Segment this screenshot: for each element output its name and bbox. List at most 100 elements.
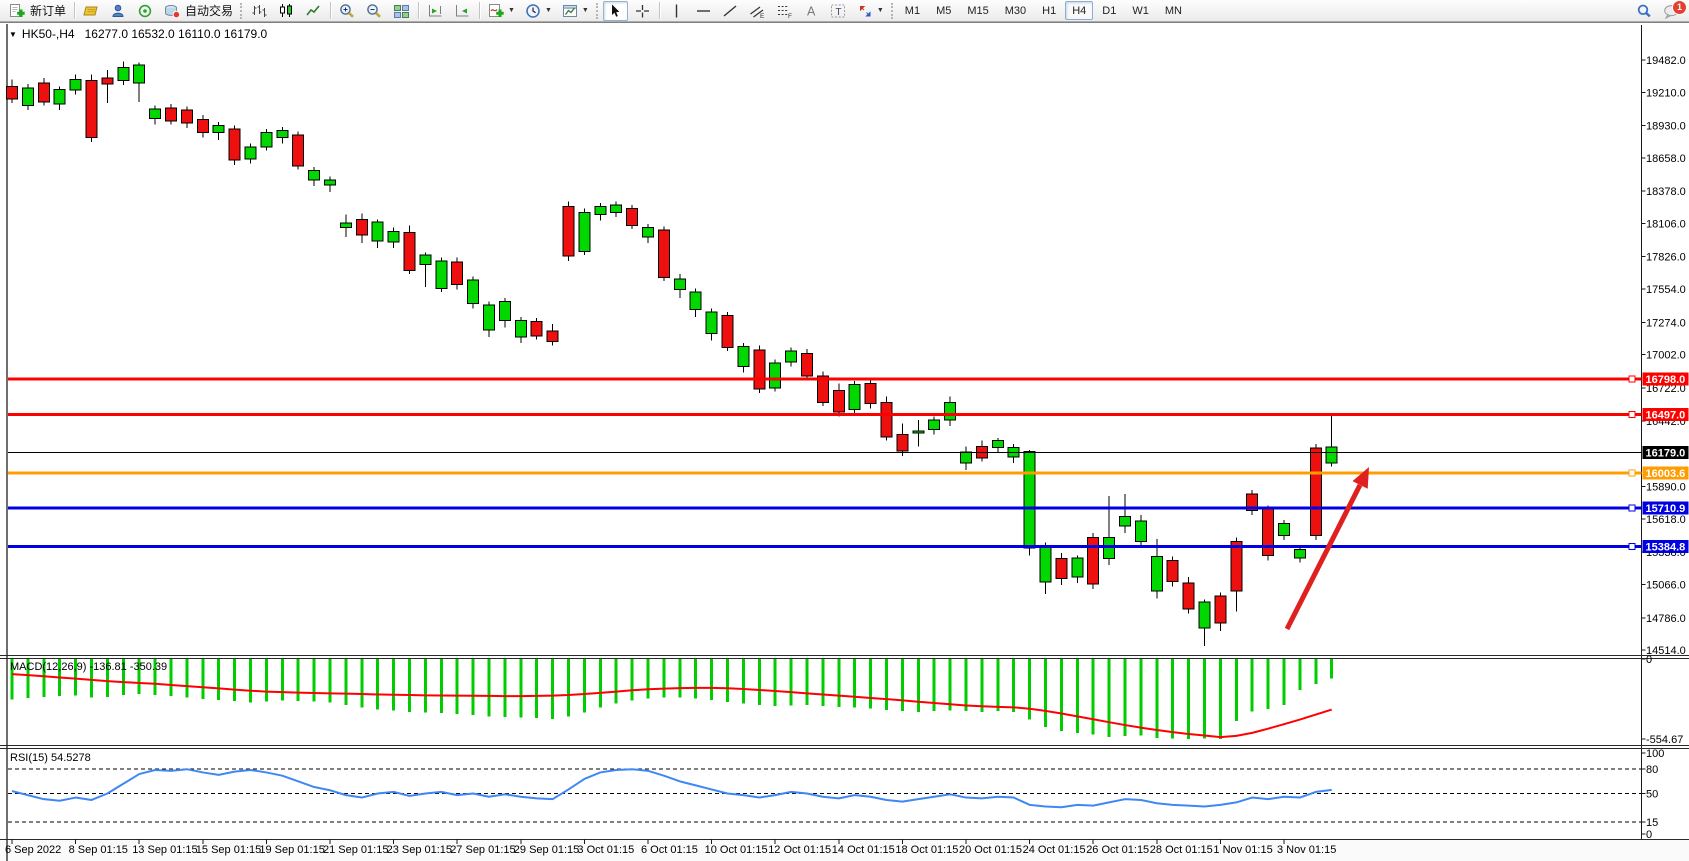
auto-scroll-button[interactable]	[450, 1, 475, 21]
candle-body	[70, 79, 81, 90]
candle-body	[754, 350, 765, 389]
price-tick-label: 18930.0	[1646, 121, 1686, 133]
timeframe-m1-button[interactable]: M1	[898, 1, 927, 20]
zoom-in-icon	[339, 3, 356, 19]
arrows-tool-button[interactable]: ▼	[853, 1, 888, 21]
line-handle[interactable]	[1629, 412, 1635, 418]
timeframe-d1-button[interactable]: D1	[1095, 1, 1123, 20]
trendline-tool-button[interactable]	[718, 1, 743, 21]
timeframe-mn-button[interactable]: MN	[1158, 1, 1189, 20]
tile-windows-button[interactable]	[389, 1, 414, 21]
timeframe-m15-button[interactable]: M15	[960, 1, 995, 20]
toolbar-separator	[479, 2, 480, 19]
cursor-tool-button[interactable]	[603, 1, 628, 21]
price-line-badge-label: 16003.6	[1646, 468, 1686, 480]
text-label-tool-button[interactable]: T	[826, 1, 851, 21]
candle-body	[166, 108, 177, 121]
horizontal-line-tool-button[interactable]	[691, 1, 716, 21]
fibonacci-tool-button[interactable]: F	[772, 1, 797, 21]
periods-icon	[525, 3, 542, 19]
price-line-badge-label: 16497.0	[1646, 410, 1686, 422]
candle-body	[579, 212, 590, 251]
vertical-line-tool-button[interactable]	[664, 1, 689, 21]
text-icon: A	[803, 3, 820, 19]
timeframe-w1-button[interactable]: W1	[1125, 1, 1156, 20]
chart-symbol-period: HK50-,H4	[22, 27, 75, 41]
shift-end-icon	[427, 3, 444, 19]
profiles-icon	[83, 3, 100, 19]
indicators-list-button[interactable]: ▼	[484, 1, 519, 21]
chart-menu-arrow-icon[interactable]: ▼	[9, 30, 17, 39]
candle-body	[404, 232, 415, 270]
new-order-icon	[9, 3, 26, 19]
price-tick-label: 17002.0	[1646, 350, 1686, 362]
timeframe-m30-button[interactable]: M30	[998, 1, 1033, 20]
candle-body	[1231, 541, 1242, 591]
svg-text:T: T	[835, 7, 841, 18]
dropdown-caret-icon[interactable]: ▼	[545, 7, 552, 14]
text-tool-button[interactable]: A	[799, 1, 824, 21]
autotrading-button[interactable]: 自动交易	[160, 1, 237, 21]
price-tick-label: 18658.0	[1646, 153, 1686, 165]
zoom-out-button[interactable]	[362, 1, 387, 21]
line-chart-button[interactable]	[301, 1, 326, 21]
autotrade-icon	[164, 3, 181, 19]
crosshair-icon	[634, 3, 651, 19]
line-handle[interactable]	[1629, 544, 1635, 550]
date-tick-label: 24 Oct 01:15	[1023, 844, 1086, 856]
templates-button[interactable]: ▼	[558, 1, 593, 21]
dropdown-caret-icon[interactable]: ▼	[877, 7, 884, 14]
rsi-indicator-label: RSI(15) 54.5278	[10, 752, 91, 764]
hline-icon	[695, 3, 712, 19]
new-order-button-label: 新订单	[30, 2, 66, 19]
line-handle[interactable]	[1629, 376, 1635, 382]
candle-body	[833, 390, 844, 411]
date-tick-label: 18 Oct 01:15	[895, 844, 958, 856]
candle-body	[531, 322, 542, 336]
profiles-button[interactable]	[79, 1, 104, 21]
price-tick-label: 17826.0	[1646, 252, 1686, 264]
signals-button[interactable]	[133, 1, 158, 21]
periods-button[interactable]: ▼	[521, 1, 556, 21]
new-order-button[interactable]: 新订单	[5, 1, 70, 21]
timeframe-h4-button[interactable]: H4	[1065, 1, 1093, 20]
timeframe-h1-button[interactable]: H1	[1035, 1, 1063, 20]
candlestick-chart-button[interactable]	[274, 1, 299, 21]
line-handle[interactable]	[1629, 505, 1635, 511]
candle-body	[1199, 602, 1210, 628]
date-tick-label: 14 Oct 01:15	[832, 844, 895, 856]
candle-body	[86, 80, 97, 137]
candle-body	[7, 86, 18, 98]
candle-body	[1024, 452, 1035, 548]
crosshair-tool-button[interactable]	[630, 1, 655, 21]
candle-body	[261, 133, 272, 147]
zoom-in-button[interactable]	[335, 1, 360, 21]
svg-text:A: A	[807, 4, 816, 18]
candle-body	[738, 346, 749, 366]
equidistant-channel-tool-button[interactable]: E	[745, 1, 770, 21]
price-tick-label: 15066.0	[1646, 579, 1686, 591]
signal-icon	[137, 3, 154, 19]
candle-body	[134, 65, 145, 83]
search-button[interactable]	[1632, 1, 1657, 21]
data-window-button[interactable]	[106, 1, 131, 21]
candle-body	[1326, 447, 1337, 463]
candle-body	[1072, 558, 1083, 577]
candle-body	[945, 402, 956, 420]
candle-body	[595, 206, 606, 214]
date-tick-label: 3 Nov 01:15	[1277, 844, 1336, 856]
bar-chart-button[interactable]	[247, 1, 272, 21]
candle-body	[1183, 583, 1194, 609]
dropdown-caret-icon[interactable]: ▼	[508, 7, 515, 14]
chart-shift-button[interactable]	[423, 1, 448, 21]
date-tick-label: 6 Sep 2022	[5, 844, 61, 856]
candle-body	[627, 209, 638, 226]
notifications-button[interactable]: 1	[1659, 1, 1684, 21]
dropdown-caret-icon[interactable]: ▼	[582, 7, 589, 14]
toolbar-separator	[418, 2, 419, 19]
timeframe-m5-button[interactable]: M5	[929, 1, 958, 20]
candle-body	[436, 261, 447, 288]
toolbar-grip	[596, 3, 598, 19]
date-tick-label: 10 Oct 01:15	[705, 844, 768, 856]
line-handle[interactable]	[1629, 470, 1635, 476]
